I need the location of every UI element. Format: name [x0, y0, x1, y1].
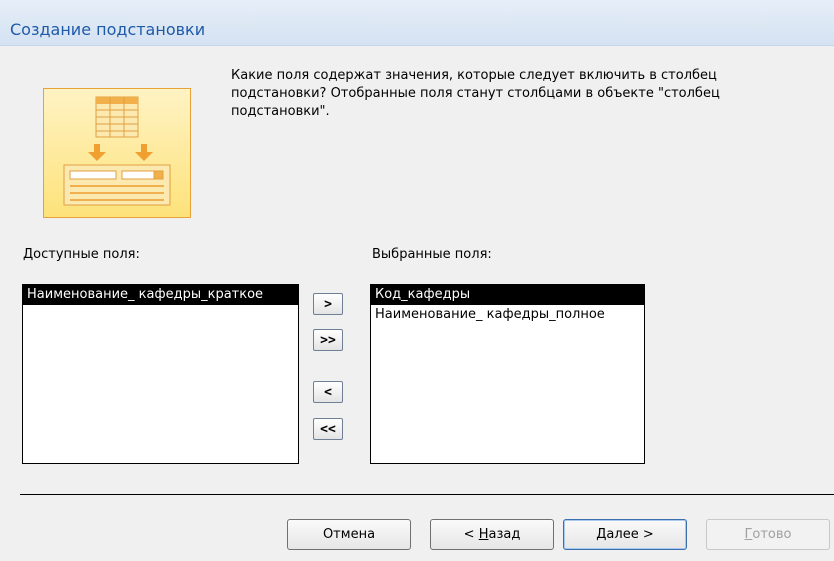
lookup-wizard-illustration — [43, 88, 191, 218]
back-button[interactable]: < Назад — [430, 519, 554, 550]
selected-fields-list[interactable]: Код_кафедры Наименование_ кафедры_полное — [370, 284, 645, 464]
selected-field-item[interactable]: Наименование_ кафедры_полное — [371, 305, 644, 325]
selected-fields-label: Выбранные поля: — [372, 247, 492, 262]
add-field-button[interactable]: > — [313, 293, 343, 315]
cancel-button[interactable]: Отмена — [287, 519, 411, 550]
table-lookup-icon — [63, 96, 171, 206]
remove-field-button[interactable]: < — [313, 381, 343, 403]
title-bar: Создание подстановки — [0, 0, 834, 46]
finish-button[interactable]: Готово — [706, 519, 830, 550]
cancel-button-label: Отмена — [322, 527, 376, 542]
next-button-label: Далее > — [596, 527, 654, 542]
next-button[interactable]: Далее > — [563, 519, 687, 550]
selected-field-item[interactable]: Код_кафедры — [371, 285, 644, 305]
window-title: Создание подстановки — [10, 20, 206, 39]
remove-all-fields-button[interactable]: << — [313, 418, 343, 440]
add-all-fields-button[interactable]: >> — [313, 329, 343, 351]
available-fields-list[interactable]: Наименование_ кафедры_краткое — [22, 284, 299, 464]
available-fields-label: Доступные поля: — [23, 247, 140, 262]
footer-divider — [20, 494, 834, 495]
finish-button-label: Готово — [744, 527, 792, 542]
back-button-label: < Назад — [463, 527, 521, 542]
available-field-item[interactable]: Наименование_ кафедры_краткое — [23, 285, 298, 305]
instructions-text: Какие поля содержат значения, которые сл… — [231, 68, 720, 119]
